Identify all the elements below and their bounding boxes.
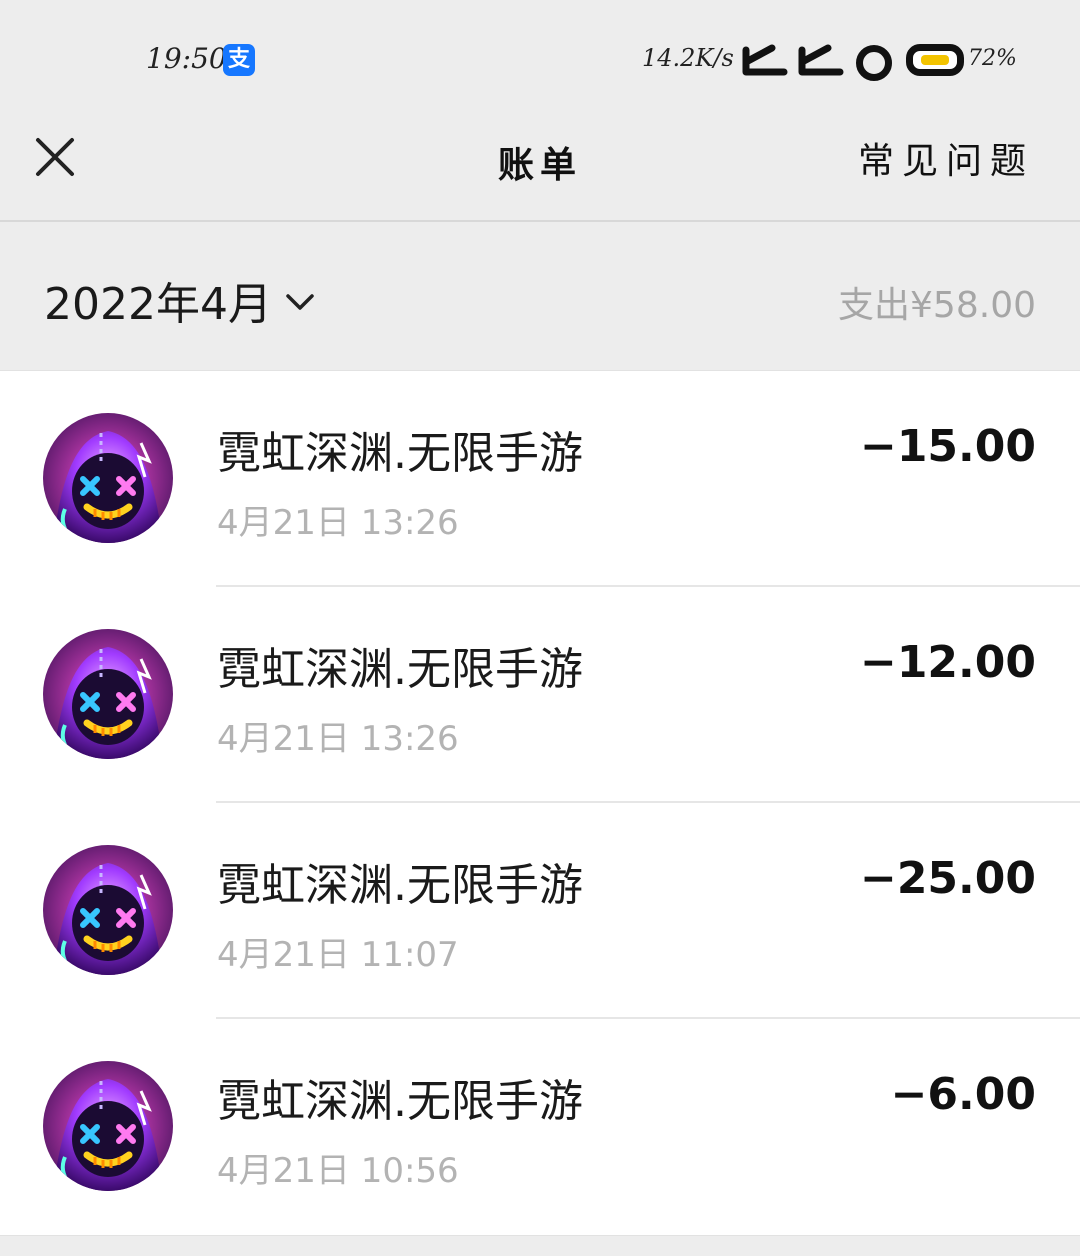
- transaction-amount: −25.00: [859, 853, 1036, 904]
- transaction-row[interactable]: 霓虹深渊.无限手游 4月21日 13:26 −12.00: [0, 587, 1080, 803]
- nav-bar: 账单 常见问题: [0, 110, 1080, 222]
- battery-percent: 72%: [968, 46, 1017, 71]
- transaction-title: 霓虹深渊.无限手游: [217, 428, 583, 479]
- transaction-title: 霓虹深渊.无限手游: [217, 860, 583, 911]
- chevron-down-icon: [286, 294, 314, 310]
- month-label: 2022年4月: [44, 279, 272, 330]
- transaction-amount: −12.00: [859, 637, 1036, 688]
- transaction-time: 4月21日 10:56: [217, 1151, 459, 1191]
- game-avatar-icon: [43, 629, 173, 759]
- wifi-icon: [856, 45, 892, 81]
- transaction-title: 霓虹深渊.无限手游: [217, 1076, 583, 1127]
- transaction-time: 4月21日 13:26: [217, 719, 459, 759]
- month-summary-bar: 2022年4月 支出¥58.00: [0, 222, 1080, 371]
- bottom-strip: [0, 1235, 1080, 1256]
- transaction-row[interactable]: 霓虹深渊.无限手游 4月21日 10:56 −6.00: [0, 1019, 1080, 1235]
- transaction-amount: −6.00: [890, 1069, 1036, 1120]
- status-time: 19:50: [146, 42, 227, 75]
- alipay-icon: 支: [223, 44, 255, 76]
- transaction-title: 霓虹深渊.无限手游: [217, 644, 583, 695]
- network-speed: 14.2K/s: [642, 44, 734, 72]
- game-avatar-icon: [43, 845, 173, 975]
- game-avatar-icon: [43, 1061, 173, 1191]
- transaction-row[interactable]: 霓虹深渊.无限手游 4月21日 13:26 −15.00: [0, 371, 1080, 587]
- signal-icon: [798, 44, 844, 76]
- transaction-row[interactable]: 霓虹深渊.无限手游 4月21日 11:07 −25.00: [0, 803, 1080, 1019]
- battery-level: [921, 55, 949, 65]
- status-bar: 19:50 支 14.2K/s 72%: [0, 0, 1080, 110]
- game-avatar-icon: [43, 413, 173, 543]
- expense-total: 支出¥58.00: [838, 285, 1036, 326]
- transaction-list: 霓虹深渊.无限手游 4月21日 13:26 −15.00 霓虹深渊.无限手游 4…: [0, 371, 1080, 1235]
- signal-icon: [742, 44, 788, 76]
- month-picker[interactable]: 2022年4月: [44, 268, 316, 332]
- transaction-time: 4月21日 13:26: [217, 503, 459, 543]
- faq-link[interactable]: 常见问题: [858, 132, 1034, 184]
- transaction-amount: −15.00: [859, 421, 1036, 472]
- transaction-time: 4月21日 11:07: [217, 935, 459, 975]
- battery-icon: [906, 44, 964, 76]
